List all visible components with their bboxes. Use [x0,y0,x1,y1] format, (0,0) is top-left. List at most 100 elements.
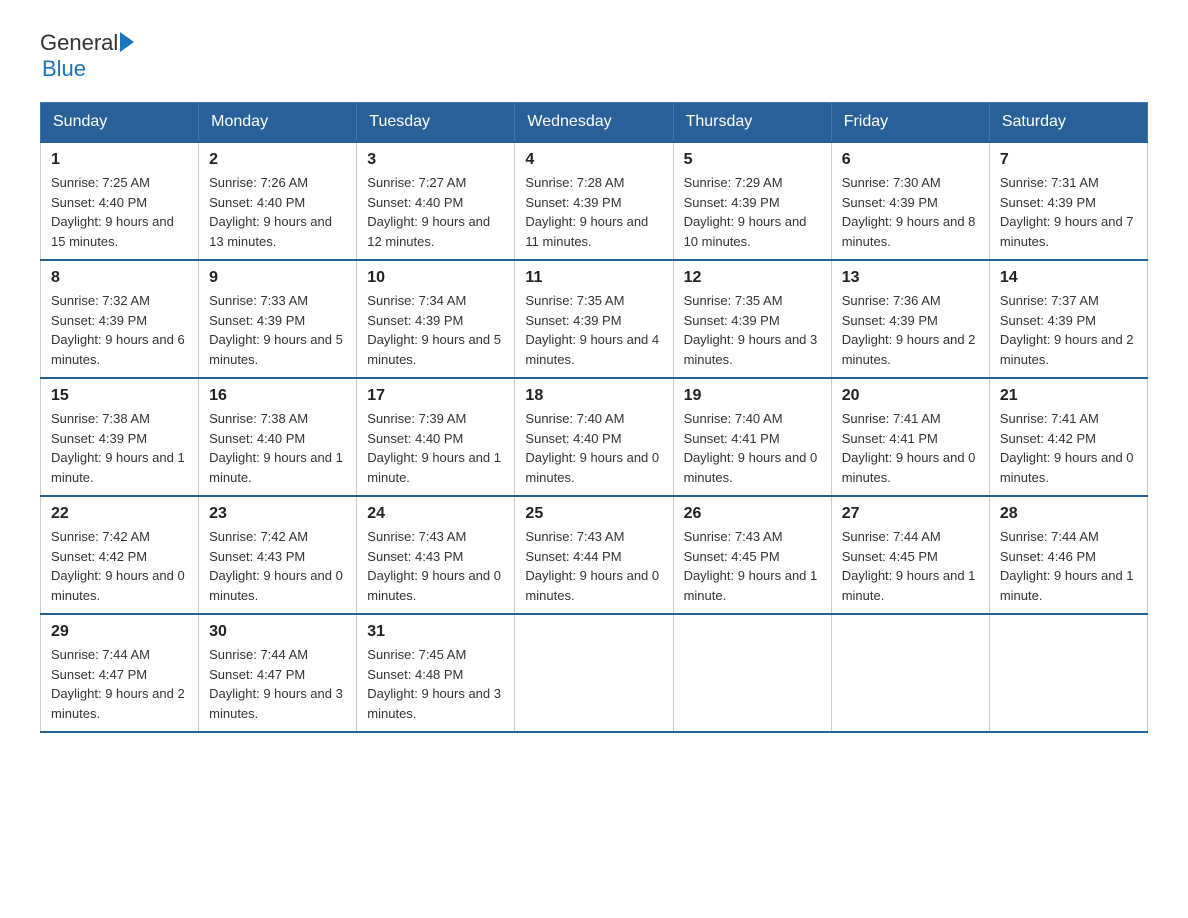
day-info: Sunrise: 7:35 AMSunset: 4:39 PMDaylight:… [525,293,659,367]
day-info: Sunrise: 7:44 AMSunset: 4:45 PMDaylight:… [842,529,976,603]
day-info: Sunrise: 7:45 AMSunset: 4:48 PMDaylight:… [367,647,501,721]
day-number: 2 [209,151,346,169]
calendar-header-thursday: Thursday [673,103,831,143]
day-info: Sunrise: 7:38 AMSunset: 4:39 PMDaylight:… [51,411,185,485]
day-number: 9 [209,269,346,287]
calendar-cell: 18 Sunrise: 7:40 AMSunset: 4:40 PMDaylig… [515,378,673,496]
day-number: 27 [842,505,979,523]
day-info: Sunrise: 7:43 AMSunset: 4:45 PMDaylight:… [684,529,818,603]
day-number: 14 [1000,269,1137,287]
day-info: Sunrise: 7:31 AMSunset: 4:39 PMDaylight:… [1000,175,1134,249]
calendar-cell: 28 Sunrise: 7:44 AMSunset: 4:46 PMDaylig… [989,496,1147,614]
calendar-cell: 6 Sunrise: 7:30 AMSunset: 4:39 PMDayligh… [831,142,989,260]
calendar-cell: 29 Sunrise: 7:44 AMSunset: 4:47 PMDaylig… [41,614,199,732]
day-number: 22 [51,505,188,523]
calendar-header-tuesday: Tuesday [357,103,515,143]
calendar-cell: 30 Sunrise: 7:44 AMSunset: 4:47 PMDaylig… [199,614,357,732]
day-number: 4 [525,151,662,169]
calendar-cell: 14 Sunrise: 7:37 AMSunset: 4:39 PMDaylig… [989,260,1147,378]
day-info: Sunrise: 7:44 AMSunset: 4:47 PMDaylight:… [51,647,185,721]
day-info: Sunrise: 7:36 AMSunset: 4:39 PMDaylight:… [842,293,976,367]
calendar-table: SundayMondayTuesdayWednesdayThursdayFrid… [40,102,1148,733]
day-info: Sunrise: 7:39 AMSunset: 4:40 PMDaylight:… [367,411,501,485]
calendar-header-friday: Friday [831,103,989,143]
day-info: Sunrise: 7:28 AMSunset: 4:39 PMDaylight:… [525,175,648,249]
day-info: Sunrise: 7:34 AMSunset: 4:39 PMDaylight:… [367,293,501,367]
day-number: 5 [684,151,821,169]
day-info: Sunrise: 7:37 AMSunset: 4:39 PMDaylight:… [1000,293,1134,367]
day-info: Sunrise: 7:29 AMSunset: 4:39 PMDaylight:… [684,175,807,249]
day-number: 1 [51,151,188,169]
day-info: Sunrise: 7:35 AMSunset: 4:39 PMDaylight:… [684,293,818,367]
calendar-header-row: SundayMondayTuesdayWednesdayThursdayFrid… [41,103,1148,143]
day-number: 11 [525,269,662,287]
calendar-week-3: 15 Sunrise: 7:38 AMSunset: 4:39 PMDaylig… [41,378,1148,496]
calendar-cell: 10 Sunrise: 7:34 AMSunset: 4:39 PMDaylig… [357,260,515,378]
day-number: 7 [1000,151,1137,169]
calendar-cell: 20 Sunrise: 7:41 AMSunset: 4:41 PMDaylig… [831,378,989,496]
logo-arrow-icon [120,32,134,52]
day-number: 30 [209,623,346,641]
calendar-week-4: 22 Sunrise: 7:42 AMSunset: 4:42 PMDaylig… [41,496,1148,614]
calendar-cell: 27 Sunrise: 7:44 AMSunset: 4:45 PMDaylig… [831,496,989,614]
page-header: General Blue [40,30,1148,82]
day-info: Sunrise: 7:41 AMSunset: 4:42 PMDaylight:… [1000,411,1134,485]
calendar-cell: 24 Sunrise: 7:43 AMSunset: 4:43 PMDaylig… [357,496,515,614]
day-info: Sunrise: 7:26 AMSunset: 4:40 PMDaylight:… [209,175,332,249]
day-number: 3 [367,151,504,169]
day-number: 21 [1000,387,1137,405]
logo: General Blue [40,30,134,82]
day-info: Sunrise: 7:32 AMSunset: 4:39 PMDaylight:… [51,293,185,367]
calendar-cell: 11 Sunrise: 7:35 AMSunset: 4:39 PMDaylig… [515,260,673,378]
day-number: 20 [842,387,979,405]
day-info: Sunrise: 7:44 AMSunset: 4:46 PMDaylight:… [1000,529,1134,603]
calendar-cell: 12 Sunrise: 7:35 AMSunset: 4:39 PMDaylig… [673,260,831,378]
calendar-header-monday: Monday [199,103,357,143]
day-info: Sunrise: 7:41 AMSunset: 4:41 PMDaylight:… [842,411,976,485]
calendar-week-1: 1 Sunrise: 7:25 AMSunset: 4:40 PMDayligh… [41,142,1148,260]
day-info: Sunrise: 7:33 AMSunset: 4:39 PMDaylight:… [209,293,343,367]
day-number: 10 [367,269,504,287]
day-number: 17 [367,387,504,405]
calendar-cell: 16 Sunrise: 7:38 AMSunset: 4:40 PMDaylig… [199,378,357,496]
calendar-cell: 23 Sunrise: 7:42 AMSunset: 4:43 PMDaylig… [199,496,357,614]
logo-text-general: General [40,30,118,56]
day-number: 15 [51,387,188,405]
day-number: 25 [525,505,662,523]
calendar-cell: 21 Sunrise: 7:41 AMSunset: 4:42 PMDaylig… [989,378,1147,496]
calendar-cell [673,614,831,732]
day-number: 26 [684,505,821,523]
calendar-cell: 19 Sunrise: 7:40 AMSunset: 4:41 PMDaylig… [673,378,831,496]
calendar-week-5: 29 Sunrise: 7:44 AMSunset: 4:47 PMDaylig… [41,614,1148,732]
calendar-cell: 8 Sunrise: 7:32 AMSunset: 4:39 PMDayligh… [41,260,199,378]
day-info: Sunrise: 7:42 AMSunset: 4:43 PMDaylight:… [209,529,343,603]
calendar-cell: 15 Sunrise: 7:38 AMSunset: 4:39 PMDaylig… [41,378,199,496]
calendar-cell [989,614,1147,732]
calendar-week-2: 8 Sunrise: 7:32 AMSunset: 4:39 PMDayligh… [41,260,1148,378]
day-info: Sunrise: 7:42 AMSunset: 4:42 PMDaylight:… [51,529,185,603]
day-number: 16 [209,387,346,405]
day-info: Sunrise: 7:43 AMSunset: 4:44 PMDaylight:… [525,529,659,603]
calendar-cell: 1 Sunrise: 7:25 AMSunset: 4:40 PMDayligh… [41,142,199,260]
day-number: 24 [367,505,504,523]
calendar-cell: 31 Sunrise: 7:45 AMSunset: 4:48 PMDaylig… [357,614,515,732]
day-number: 13 [842,269,979,287]
day-number: 29 [51,623,188,641]
calendar-cell: 17 Sunrise: 7:39 AMSunset: 4:40 PMDaylig… [357,378,515,496]
day-info: Sunrise: 7:44 AMSunset: 4:47 PMDaylight:… [209,647,343,721]
logo-text-blue: Blue [42,56,134,82]
day-number: 8 [51,269,188,287]
calendar-cell: 7 Sunrise: 7:31 AMSunset: 4:39 PMDayligh… [989,142,1147,260]
day-info: Sunrise: 7:43 AMSunset: 4:43 PMDaylight:… [367,529,501,603]
day-info: Sunrise: 7:25 AMSunset: 4:40 PMDaylight:… [51,175,174,249]
calendar-cell: 13 Sunrise: 7:36 AMSunset: 4:39 PMDaylig… [831,260,989,378]
calendar-cell: 2 Sunrise: 7:26 AMSunset: 4:40 PMDayligh… [199,142,357,260]
day-info: Sunrise: 7:30 AMSunset: 4:39 PMDaylight:… [842,175,976,249]
day-number: 28 [1000,505,1137,523]
calendar-header-sunday: Sunday [41,103,199,143]
day-number: 6 [842,151,979,169]
day-info: Sunrise: 7:40 AMSunset: 4:40 PMDaylight:… [525,411,659,485]
day-number: 12 [684,269,821,287]
day-number: 19 [684,387,821,405]
calendar-header-saturday: Saturday [989,103,1147,143]
